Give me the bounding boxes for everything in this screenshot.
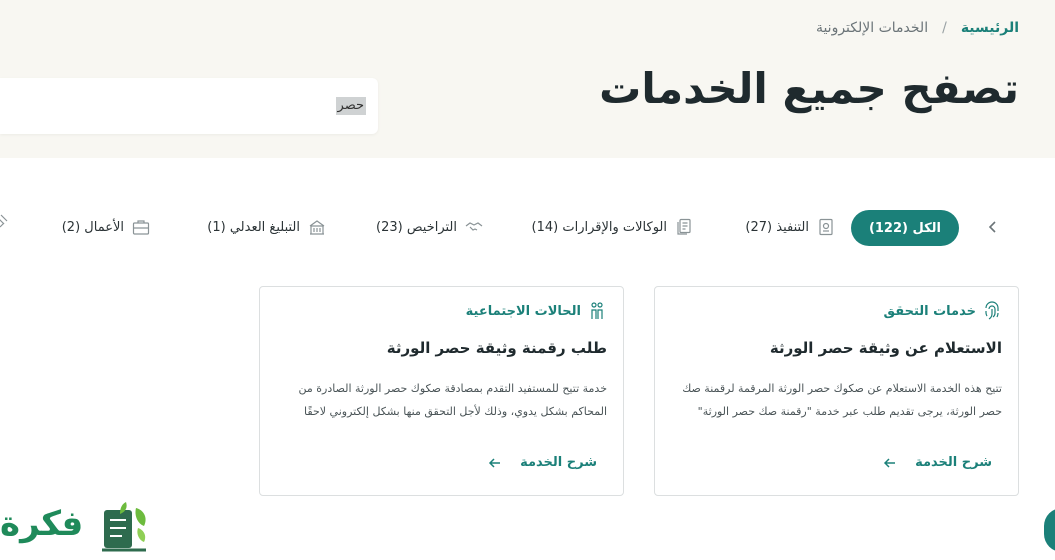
chevron-left-icon[interactable]	[986, 219, 1000, 235]
service-card[interactable]: خدمات التحقق الاستعلام عن وثيقة حصر الور…	[654, 286, 1019, 496]
tab-label: الكل (122)	[868, 220, 941, 236]
tab-execution[interactable]: التنفيذ (27)	[745, 208, 835, 246]
service-details-link[interactable]: شرح الخدمة	[488, 455, 597, 470]
service-card[interactable]: الحالات الاجتماعية طلب رقمنة وثيقة حصر ا…	[259, 286, 624, 496]
tab-label: التبليغ العدلي (1)	[207, 219, 300, 235]
card-title: الاستعلام عن وثيقة حصر الورثة	[769, 339, 1002, 357]
card-description: خدمة تتيح للمستفيد التقدم بمصادقة صكوك ح…	[298, 382, 608, 418]
tab-label: التنفيذ (27)	[745, 219, 809, 235]
tab-licenses[interactable]: التراخيص (23)	[376, 208, 483, 246]
breadcrumb: الرئيسية / الخدمات الإلكترونية	[816, 20, 1019, 36]
service-details-label: شرح الخدمة	[520, 455, 597, 470]
site-logo: فكرة	[0, 496, 156, 560]
breadcrumb-home-link[interactable]: الرئيسية	[961, 20, 1019, 36]
fingerprint-icon	[982, 301, 1002, 321]
chat-button[interactable]	[1044, 508, 1055, 552]
service-details-label: شرح الخدمة	[915, 455, 992, 470]
card-category-label: الحالات الاجتماعية	[465, 303, 581, 319]
tab-judicial-notification[interactable]: التبليغ العدلي (1)	[207, 208, 326, 246]
card-category: الحالات الاجتماعية	[466, 301, 607, 321]
card-category: خدمات التحقق	[884, 301, 1003, 321]
breadcrumb-current: الخدمات الإلكترونية	[815, 20, 929, 36]
briefcase-icon	[132, 218, 150, 236]
tab-agencies[interactable]: الوكالات والإقرارات (14)	[532, 208, 693, 246]
tab-all[interactable]: الكل (122)	[850, 210, 959, 246]
gavel-icon	[0, 214, 12, 232]
tab-business[interactable]: الأعمال (2)	[62, 208, 150, 246]
search-input[interactable]	[26, 97, 366, 115]
card-description: تتيح هذه الخدمة الاستعلام عن صكوك حصر ال…	[682, 382, 1002, 418]
search-box: حصر	[0, 78, 378, 134]
arrow-left-icon	[883, 456, 897, 470]
arrow-left-icon	[488, 456, 502, 470]
tab-label: الأعمال (2)	[61, 219, 124, 235]
logo-wordmark: فكرة	[0, 504, 84, 544]
category-tabs: الكل (122) التنفيذ (27) الوكالات والإقرا…	[0, 208, 1055, 248]
tab-label: التراخيص (23)	[376, 219, 457, 235]
document-stamp-icon	[817, 218, 835, 236]
card-category-label: خدمات التحقق	[883, 303, 977, 319]
service-details-link[interactable]: شرح الخدمة	[883, 455, 992, 470]
notebook-leaf-icon	[96, 498, 152, 558]
page-title: تصفح جميع الخدمات	[599, 64, 1019, 113]
breadcrumb-separator: /	[942, 20, 947, 36]
card-title: طلب رقمنة وثيقة حصر الورثة	[386, 339, 607, 357]
building-icon	[308, 218, 326, 236]
handshake-icon	[465, 218, 483, 236]
documents-icon	[675, 218, 693, 236]
tab-label: الوكالات والإقرارات (14)	[531, 219, 667, 235]
family-icon	[587, 301, 607, 321]
